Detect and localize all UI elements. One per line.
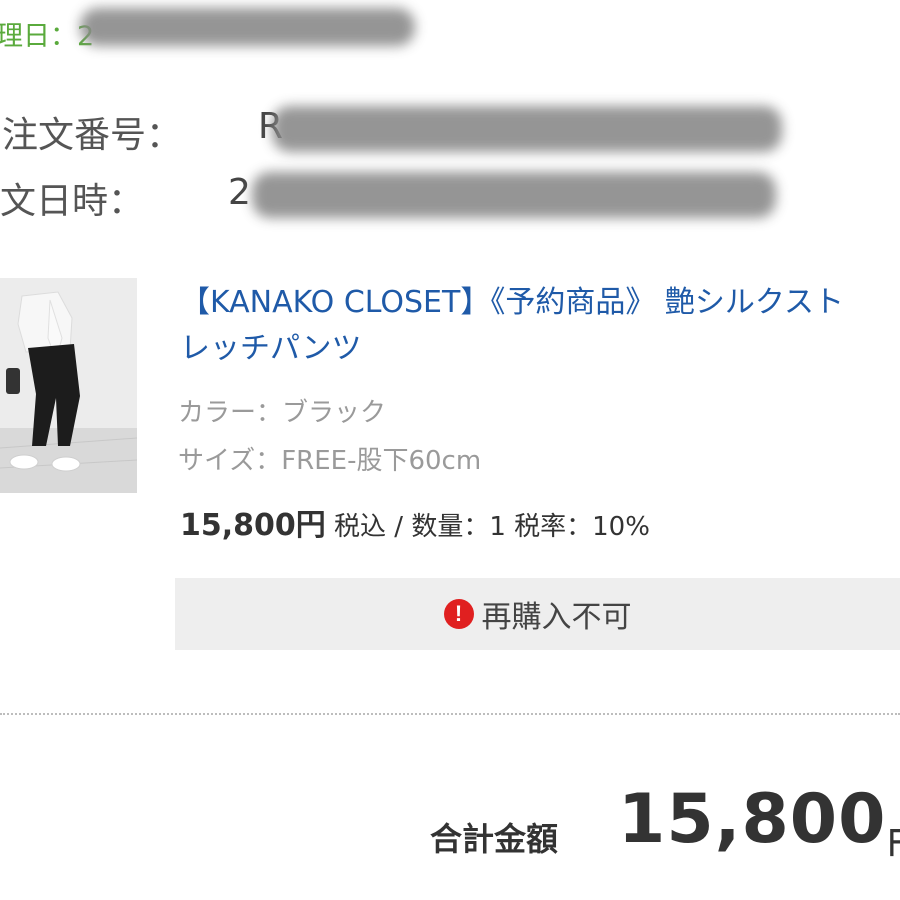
product-color: カラー：ブラック (178, 398, 387, 428)
section-divider (0, 713, 900, 715)
total-amount-value: 15,800 (618, 780, 887, 859)
product-title-link[interactable]: 【KANAKO CLOSET】《予約商品》 艶シルクスト レッチパンツ (180, 280, 900, 372)
order-date-value: 2 (228, 172, 251, 213)
product-title-line1: 【KANAKO CLOSET】《予約商品》 艶シルクスト (180, 285, 844, 320)
redaction-bar (80, 8, 415, 46)
price-detail: 税込 / 数量：1 税率：10% (325, 512, 650, 542)
product-size: サイズ：FREE-股下60cm (178, 446, 482, 476)
product-title-line2: レッチパンツ (180, 331, 362, 366)
rebuy-unavailable-label: 再購入不可 (481, 600, 632, 635)
product-thumbnail[interactable] (0, 278, 137, 493)
redaction-bar (272, 106, 782, 152)
order-date-label: 文日時： (0, 181, 145, 222)
total-amount-unit: 円 (888, 818, 900, 858)
total-amount-label: 合計金額 (430, 820, 559, 858)
processed-date-label: 理日： (0, 21, 77, 52)
rebuy-unavailable-notice: ! 再購入不可 (175, 578, 900, 650)
product-photo-icon (0, 278, 137, 493)
order-number-label: 注文番号： (2, 115, 183, 156)
redaction-bar (252, 172, 776, 218)
alert-icon: ! (443, 599, 474, 629)
price-line: 15,800円 税込 / 数量：1 税率：10% (180, 500, 650, 544)
product-price: 15,800円 (180, 508, 326, 543)
